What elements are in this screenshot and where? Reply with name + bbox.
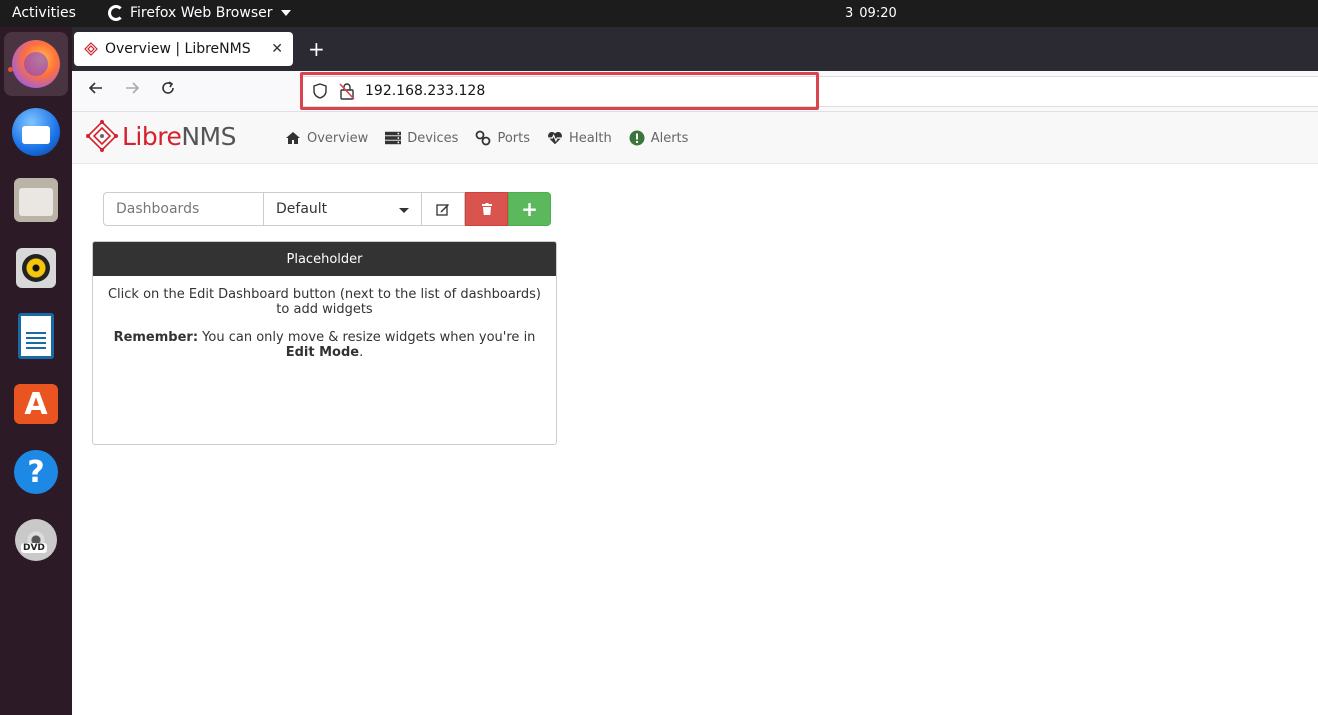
server-icon xyxy=(385,130,402,146)
help-icon: ? xyxy=(14,450,58,494)
home-icon xyxy=(285,130,301,146)
librenms-logo-icon xyxy=(86,120,118,152)
forward-arrow-icon xyxy=(126,82,140,94)
caret-down-icon xyxy=(280,10,291,16)
software-icon: A xyxy=(14,384,58,424)
widget-instruction: Click on the Edit Dashboard button (next… xyxy=(107,287,542,317)
menu-alerts[interactable]: Alerts xyxy=(629,130,689,146)
navigation-toolbar: 192.168.233.128 xyxy=(72,71,1318,112)
caret-down-icon xyxy=(399,208,409,213)
librenms-favicon-icon xyxy=(84,42,98,56)
clock-time: 09:20 xyxy=(859,6,897,21)
activities-button[interactable]: Activities xyxy=(12,5,76,21)
dock-firefox[interactable] xyxy=(4,32,68,96)
dock-files[interactable] xyxy=(4,168,68,232)
reload-button[interactable] xyxy=(160,80,176,102)
edit-icon xyxy=(436,204,449,216)
clock-prefix: 3 xyxy=(845,6,854,21)
tab-title: Overview | LibreNMS xyxy=(105,41,251,57)
menu-devices[interactable]: Devices xyxy=(385,130,458,146)
alert-icon xyxy=(629,130,645,146)
menu-health[interactable]: Health xyxy=(547,130,612,146)
close-tab-icon[interactable]: ✕ xyxy=(271,41,283,57)
writer-icon xyxy=(18,313,54,359)
reload-icon xyxy=(162,81,174,94)
menu-ports-label: Ports xyxy=(497,130,530,146)
menu-overview[interactable]: Overview xyxy=(285,130,368,146)
widget-body: Click on the Edit Dashboard button (next… xyxy=(93,276,556,384)
link-icon xyxy=(475,130,491,146)
widget-remember: Remember: You can only move & resize wid… xyxy=(113,330,536,360)
firefox-icon xyxy=(12,40,60,88)
main-menu: Overview Devices Ports Health Alerts xyxy=(285,112,705,164)
dock-rhythmbox[interactable] xyxy=(4,236,68,300)
menu-ports[interactable]: Ports xyxy=(475,130,530,146)
new-tab-button[interactable]: + xyxy=(308,37,325,61)
dashboards-label: Dashboards xyxy=(103,192,263,226)
trash-icon xyxy=(481,203,492,215)
url-highlight-box xyxy=(300,72,819,110)
tab-overview[interactable]: Overview | LibreNMS ✕ xyxy=(74,32,293,66)
files-icon xyxy=(14,178,58,222)
dvd-icon xyxy=(15,519,57,561)
edit-dashboard-button[interactable] xyxy=(422,192,465,226)
dock-thunderbird[interactable] xyxy=(4,100,68,164)
dock-writer[interactable] xyxy=(4,304,68,368)
librenms-wordmark: LibreNMS xyxy=(122,121,236,151)
back-arrow-icon xyxy=(88,82,102,94)
menu-health-label: Health xyxy=(569,130,612,146)
librenms-navbar: LibreNMS Overview Devices Ports Health A… xyxy=(72,112,1318,164)
tab-strip: Overview | LibreNMS ✕ + xyxy=(72,27,1318,71)
thunderbird-icon xyxy=(12,108,60,156)
clock[interactable]: 3 09:20 xyxy=(845,6,897,21)
menu-devices-label: Devices xyxy=(407,130,459,146)
heartbeat-icon xyxy=(547,130,563,146)
dashboard-select-value: Default xyxy=(276,201,328,217)
dashboard-select[interactable]: Default xyxy=(263,192,422,226)
app-menu-label: Firefox Web Browser xyxy=(130,5,273,21)
app-menu[interactable]: Firefox Web Browser xyxy=(108,5,291,21)
placeholder-widget: Placeholder Click on the Edit Dashboard … xyxy=(92,241,557,445)
menu-overview-label: Overview xyxy=(307,130,369,146)
firefox-small-icon xyxy=(108,5,124,21)
add-dashboard-button[interactable]: + xyxy=(508,192,551,226)
dock-help[interactable]: ? xyxy=(4,440,68,504)
dock-dvd[interactable] xyxy=(4,508,68,572)
menu-alerts-label: Alerts xyxy=(650,130,689,146)
back-button[interactable] xyxy=(88,80,104,102)
delete-dashboard-button[interactable] xyxy=(465,192,508,226)
gnome-top-bar: Activities Firefox Web Browser 3 09:20 xyxy=(0,0,1318,27)
widget-title: Placeholder xyxy=(93,242,556,276)
dock: A ? xyxy=(0,27,72,715)
dashboard-controls: Dashboards Default + xyxy=(103,192,551,226)
librenms-logo[interactable]: LibreNMS xyxy=(86,120,236,152)
forward-button[interactable] xyxy=(124,80,140,102)
dock-software[interactable]: A xyxy=(4,372,68,436)
rhythmbox-icon xyxy=(16,248,56,288)
